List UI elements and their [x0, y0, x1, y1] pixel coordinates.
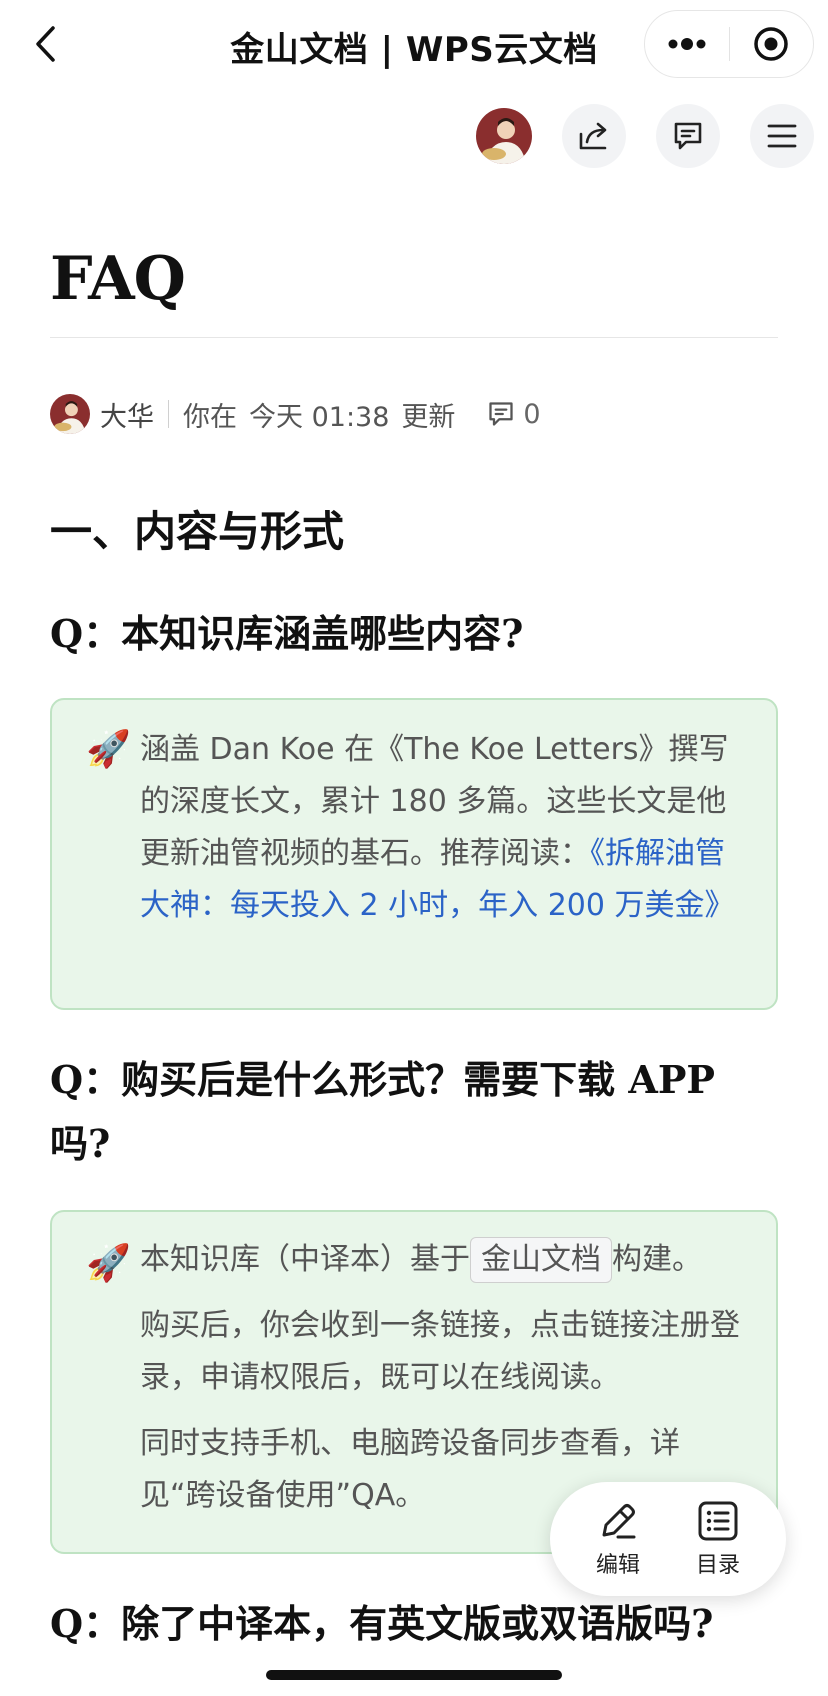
meta-action: 更新	[401, 401, 456, 433]
comment-count-value: 0	[523, 398, 541, 430]
doc-toolbar	[476, 104, 814, 168]
pencil-icon	[602, 1504, 636, 1539]
callout-text-segment: 构建。	[612, 1242, 702, 1277]
toc-label: 目录	[695, 1553, 740, 1578]
rocket-icon: 🚀	[86, 1243, 131, 1284]
rocket-icon: 🚀	[86, 729, 131, 770]
author-avatar	[50, 394, 90, 434]
meta-time: 今天 01:38	[249, 401, 390, 433]
inline-code-chip: 金山文档	[470, 1237, 612, 1283]
title-divider	[50, 337, 778, 338]
comment-count[interactable]: 0	[487, 398, 541, 430]
user-avatar[interactable]	[476, 108, 532, 164]
callout-text: 本知识库（中译本）基于 金山文档 构建。 购买后，你会收到一条链接，点击链接注册登录…	[140, 1234, 740, 1522]
share-icon	[579, 122, 607, 150]
document-title[interactable]: FAQ	[50, 244, 186, 314]
more-dots-icon	[668, 38, 706, 50]
document-meta: 大华 你在 今天 01:38 更新 0	[50, 392, 541, 436]
author-name[interactable]: 大华	[100, 395, 154, 434]
comment-button[interactable]	[656, 104, 720, 168]
avatar-image	[476, 108, 532, 164]
question-heading: Q：本知识库涵盖哪些内容?	[50, 611, 524, 656]
menu-icon	[767, 124, 797, 148]
toc-button[interactable]: 目录	[696, 1499, 740, 1579]
section-heading: 一、内容与形式	[50, 507, 345, 556]
callout-paragraph: 购买后，你会收到一条链接，点击链接注册登录，申请权限后，既可以在线阅读。	[140, 1308, 740, 1395]
edit-label: 编辑	[595, 1553, 640, 1578]
callout-box: 🚀 涵盖 Dan Koe 在《The Koe Letters》撰写的深度长文，累…	[50, 698, 778, 1010]
callout-paragraph: 本知识库（中译本）基于 金山文档 构建。	[140, 1234, 740, 1286]
menu-button[interactable]	[750, 104, 814, 168]
target-icon	[754, 27, 788, 61]
list-icon	[698, 1501, 738, 1541]
close-button[interactable]	[730, 10, 814, 78]
share-button[interactable]	[562, 104, 626, 168]
callout-text: 涵盖 Dan Koe 在《The Koe Letters》撰写的深度长文，累计 …	[140, 724, 740, 932]
more-button[interactable]	[645, 10, 729, 78]
meta-separator	[168, 400, 169, 428]
callout-text-segment: 本知识库（中译本）基于	[140, 1242, 470, 1277]
comment-icon	[489, 402, 514, 426]
document-page: 金山文档 | WPS云文档 FAQ 大华 你在 今天 01:38 更新 0 一、…	[0, 0, 828, 1696]
home-indicator	[266, 1670, 562, 1680]
floating-action-panel: 编辑 目录	[550, 1482, 786, 1596]
question-heading: Q：购买后是什么形式？需要下载 APP 吗?	[50, 1057, 715, 1166]
question-heading: Q：除了中译本，有英文版或双语版吗?	[50, 1601, 714, 1646]
avatar-image	[50, 394, 90, 434]
meta-prefix: 你在	[183, 401, 237, 433]
edit-button[interactable]: 编辑	[596, 1499, 640, 1579]
mini-program-capsule	[644, 10, 814, 78]
comment-icon	[674, 122, 702, 150]
title-bar: 金山文档 | WPS云文档	[0, 0, 828, 92]
